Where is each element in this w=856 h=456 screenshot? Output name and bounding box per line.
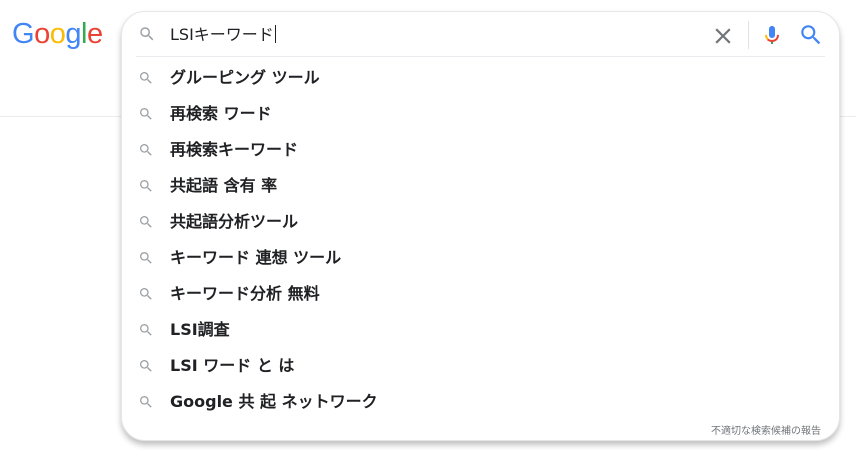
suggestion-text: 共起語 含有 率 (170, 176, 278, 195)
suggestion-text: 再検索キーワード (170, 140, 299, 159)
suggestion-item[interactable]: 再検索 ワード (122, 96, 839, 132)
search-icon (138, 25, 156, 43)
suggestion-text: キーワード分析 無料 (170, 284, 320, 303)
search-icon (138, 106, 154, 122)
search-dropdown-divider (136, 56, 825, 57)
report-inappropriate-predictions-link[interactable]: 不適切な検索候補の報告 (711, 425, 821, 439)
logo-letter: o (34, 18, 50, 50)
google-logo[interactable]: Google (12, 16, 103, 52)
voice-search-button[interactable] (760, 22, 784, 48)
suggestion-item[interactable]: 再検索キーワード (122, 132, 839, 168)
search-page: Google LSIキーワード グルーピング ツール 再検索 ワード 再検索キー… (0, 0, 856, 456)
close-icon (715, 28, 731, 44)
text-caret (274, 25, 276, 43)
search-icon (138, 142, 154, 158)
search-icon (138, 322, 154, 338)
search-query-text: LSIキーワード (170, 25, 274, 44)
logo-letter: g (65, 18, 81, 50)
suggestion-item[interactable]: 共起語分析ツール (122, 204, 839, 240)
logo-letter: e (86, 18, 103, 50)
clear-search-button[interactable] (710, 23, 736, 49)
search-icon (138, 358, 154, 374)
search-icon (138, 286, 154, 302)
button-separator (748, 21, 749, 49)
suggestion-item[interactable]: キーワード 連想 ツール (122, 240, 839, 276)
microphone-icon (765, 26, 779, 44)
search-icon (801, 25, 821, 45)
logo-letter: o (49, 18, 66, 50)
suggestion-text: 共起語分析ツール (170, 212, 299, 231)
suggestion-text: LSI ワード と は (170, 356, 295, 375)
suggestion-text: キーワード 連想 ツール (170, 248, 342, 267)
suggestion-text: LSI調査 (170, 320, 230, 339)
suggestion-item[interactable]: キーワード分析 無料 (122, 276, 839, 312)
search-icon (138, 214, 154, 230)
search-icon (138, 70, 154, 86)
search-icon (138, 394, 154, 410)
suggestion-item[interactable]: 共起語 含有 率 (122, 168, 839, 204)
search-icon (138, 250, 154, 266)
search-bar: LSIキーワード (122, 12, 839, 58)
suggestion-text: グルーピング ツール (170, 68, 320, 87)
search-input[interactable]: LSIキーワード (170, 24, 276, 46)
search-submit-button[interactable] (798, 22, 824, 48)
suggestion-item[interactable]: LSI調査 (122, 312, 839, 348)
suggestion-item[interactable]: グルーピング ツール (122, 60, 839, 96)
search-icon (138, 178, 154, 194)
suggestion-text: 再検索 ワード (170, 104, 272, 123)
suggestion-list: グルーピング ツール 再検索 ワード 再検索キーワード 共起語 含有 率 共起語… (122, 60, 839, 420)
suggestion-item[interactable]: Google 共 起 ネットワーク (122, 384, 839, 420)
suggestion-item[interactable]: LSI ワード と は (122, 348, 839, 384)
search-autocomplete-dropdown: LSIキーワード グルーピング ツール 再検索 ワード 再検索キーワード 共起語… (121, 11, 840, 441)
logo-letter: G (12, 18, 35, 50)
suggestion-text: Google 共 起 ネットワーク (170, 392, 378, 411)
